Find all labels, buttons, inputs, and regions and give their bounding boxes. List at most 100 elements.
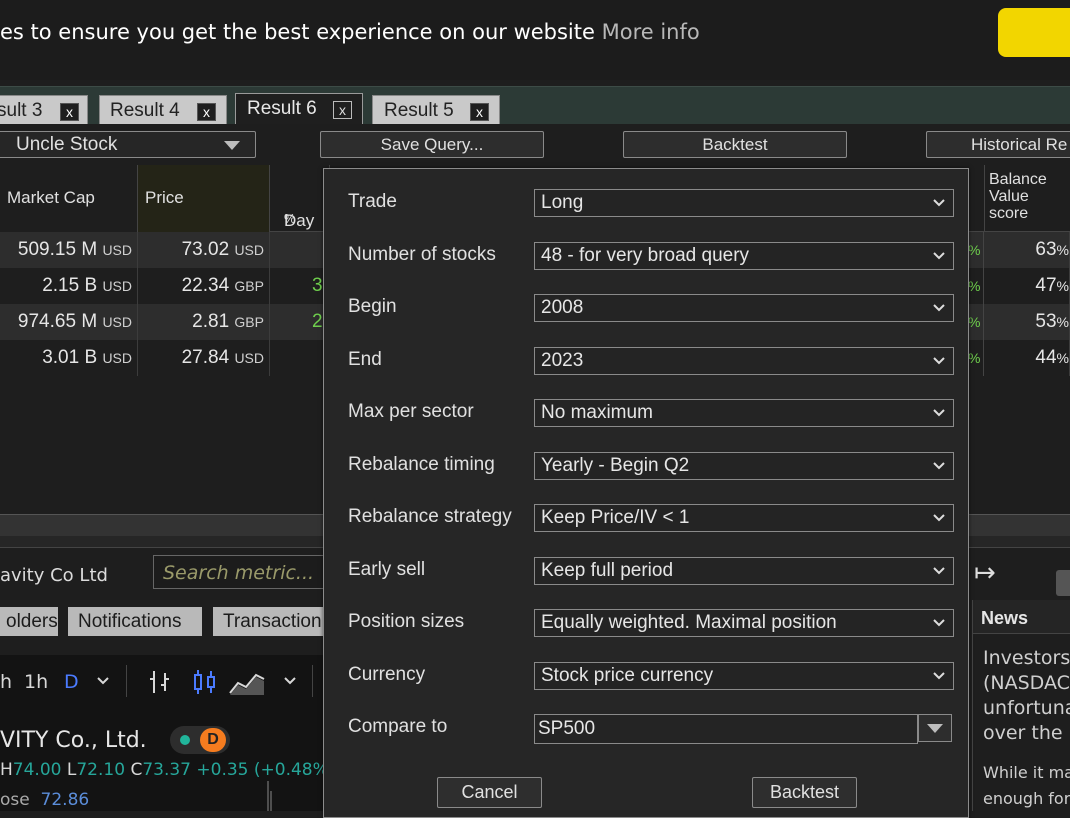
chevron-down-icon [933, 672, 945, 680]
unit: B [84, 347, 98, 368]
cell-balance-value: 53% [984, 304, 1070, 340]
number-of-stocks-select[interactable]: 48 - for very broad query [534, 242, 954, 270]
market-open-dot [180, 735, 190, 745]
cell-day [270, 232, 330, 268]
change-value: +0.35 (+0.48% [196, 760, 329, 780]
unit: B [84, 275, 98, 296]
backtest-button[interactable]: Backtest [623, 131, 847, 158]
company-name: avity Co Ltd [0, 565, 108, 586]
query-select[interactable]: Uncle Stock [0, 131, 256, 158]
select-value: Long [541, 192, 584, 213]
rebalance-strategy-select[interactable]: Keep Price/IV < 1 [534, 504, 954, 532]
column-price[interactable]: Price [138, 165, 270, 232]
symbol-name: VITY Co., Ltd. [0, 728, 147, 753]
value: 47 [1035, 275, 1057, 296]
field-position-sizes: Position sizes Equally weighted. Maximal… [324, 604, 970, 640]
chevron-down-icon [933, 304, 945, 312]
tab-result-3[interactable]: sult 3 x [0, 95, 88, 125]
bar-chart-icon[interactable] [147, 667, 173, 702]
field-currency: Currency Stock price currency [324, 657, 970, 693]
cookie-message: es to ensure you get the best experience… [0, 20, 602, 44]
cell-balance-value: 47% [984, 268, 1070, 304]
select-value: Stock price currency [541, 665, 714, 686]
value: 27.84 [181, 347, 230, 368]
value: 509.15 [17, 239, 77, 260]
news-line: While it ma [983, 763, 1070, 782]
end-select[interactable]: 2023 [534, 347, 954, 375]
field-number-of-stocks: Number of stocks 48 - for very broad que… [324, 237, 970, 273]
news-item[interactable]: Investors (NASDAC unfortuna over the l [983, 646, 1070, 746]
high-label: H [0, 760, 13, 780]
early-sell-select[interactable]: Keep full period [534, 557, 954, 585]
more-info-link[interactable]: More info [602, 20, 700, 44]
value: 2.81 [192, 311, 230, 332]
panel-toggle-button[interactable] [1056, 570, 1070, 596]
close-value: 73.37 [142, 760, 191, 780]
timeframe-1h[interactable]: 1h [24, 671, 48, 693]
area-chart-icon[interactable] [228, 667, 266, 702]
tab-close-icon[interactable]: x [60, 103, 79, 121]
column-day[interactable]: Day% [270, 165, 330, 232]
value: 974.65 [17, 311, 77, 332]
rebalance-timing-select[interactable]: Yearly - Begin Q2 [534, 452, 954, 480]
query-select-value: Uncle Stock [16, 134, 118, 155]
tab-transactions[interactable]: Transaction [213, 607, 331, 636]
cell-day: 3 [270, 268, 330, 304]
news-item[interactable]: While it ma enough for [983, 760, 1070, 812]
backtest-dialog: Trade Long Number of stocks 48 - for ver… [323, 168, 969, 818]
chevron-down-icon[interactable] [282, 673, 298, 694]
compare-to-input[interactable]: SP500 [534, 714, 918, 744]
cell-market-cap: 974.65 M USD [0, 304, 138, 340]
chevron-down-icon[interactable] [95, 673, 111, 694]
position-sizes-select[interactable]: Equally weighted. Maximal position [534, 609, 954, 637]
cancel-button[interactable]: Cancel [437, 777, 542, 808]
tab-close-icon[interactable]: x [197, 103, 216, 121]
historical-results-button[interactable]: Historical Re [926, 131, 1070, 158]
timeframe-d[interactable]: D [64, 671, 79, 693]
chevron-down-icon [933, 567, 945, 575]
currency: USD [234, 350, 264, 366]
compare-to-dropdown-button[interactable] [918, 714, 952, 742]
tab-result-4[interactable]: Result 4 x [99, 95, 227, 125]
tab-close-icon[interactable]: x [333, 101, 352, 119]
field-rebalance-timing: Rebalance timing Yearly - Begin Q2 [324, 447, 970, 483]
value: 44 [1035, 347, 1057, 368]
max-per-sector-select[interactable]: No maximum [534, 399, 954, 427]
cookie-accept-button[interactable] [998, 8, 1070, 57]
column-unit: % [284, 211, 296, 226]
chevron-down-icon [933, 252, 945, 260]
ohlc-readout: H74.00 L72.10 C73.37 +0.35 (+0.48% [0, 760, 329, 780]
close-value: 72.86 [40, 790, 90, 810]
save-query-button[interactable]: Save Query... [320, 131, 544, 158]
unit: M [81, 311, 98, 332]
tab-holders[interactable]: olders [0, 607, 58, 636]
candles-icon[interactable] [192, 667, 218, 702]
unit: % [1056, 242, 1069, 258]
run-backtest-button[interactable]: Backtest [752, 777, 857, 808]
badge-label: D [200, 728, 226, 752]
field-label: Currency [348, 664, 426, 685]
column-balance-value-score[interactable]: Balance Value score [984, 165, 1070, 232]
dropdown-triangle-icon [224, 141, 240, 150]
cell-price: 22.34 GBP [138, 268, 270, 304]
unit: % [1056, 350, 1069, 366]
tab-notifications[interactable]: Notifications [68, 607, 202, 636]
status-badge: D [170, 726, 230, 754]
tab-result-6[interactable]: Result 6 x [235, 93, 363, 125]
tab-close-icon[interactable]: x [470, 103, 489, 121]
trade-select[interactable]: Long [534, 189, 954, 217]
expand-arrow-icon[interactable]: ↦ [974, 557, 996, 588]
chart-toolbar: h 1h D [0, 655, 330, 711]
column-market-cap[interactable]: Market Cap [0, 165, 138, 232]
begin-select[interactable]: 2008 [534, 294, 954, 322]
select-value: No maximum [541, 402, 653, 423]
news-panel: News Investors (NASDAC unfortuna over th… [972, 600, 1070, 811]
field-trade: Trade Long [324, 184, 970, 220]
select-value: Equally weighted. Maximal position [541, 612, 837, 633]
search-metric-input[interactable]: Search metric... [153, 555, 333, 589]
tab-result-5[interactable]: Result 5 x [372, 95, 500, 125]
timeframe-hidden[interactable]: h [0, 671, 12, 693]
currency-select[interactable]: Stock price currency [534, 662, 954, 690]
field-label: Begin [348, 296, 397, 317]
select-value: Yearly - Begin Q2 [541, 455, 690, 476]
